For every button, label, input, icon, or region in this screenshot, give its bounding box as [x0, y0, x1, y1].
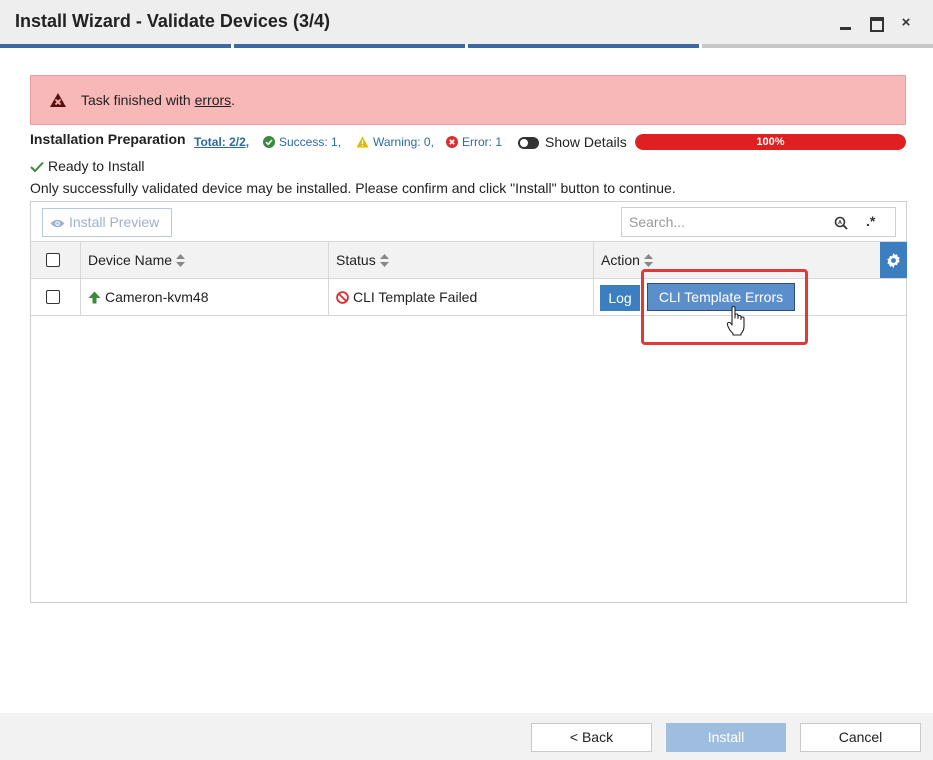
status-cell: CLI Template Failed — [328, 279, 593, 315]
close-icon[interactable]: × — [896, 12, 916, 32]
device-name-cell: Cameron-kvm48 — [80, 279, 328, 315]
table-header: Device Name Status Action — [31, 241, 907, 279]
device-status: CLI Template Failed — [353, 289, 478, 305]
eye-icon — [50, 219, 65, 228]
up-arrow-icon — [88, 291, 101, 304]
alert-message: Task finished with errors. — [81, 92, 235, 108]
checkmark-icon — [30, 161, 44, 173]
ready-status: Ready to Install — [30, 158, 145, 174]
device-name-header: Device Name — [88, 252, 173, 268]
search-icon[interactable]: A — [834, 216, 848, 230]
install-preview-button[interactable]: Install Preview — [42, 208, 172, 237]
back-button[interactable]: < Back — [531, 723, 652, 752]
wizard-step-2 — [234, 44, 465, 48]
x-circle-icon — [446, 136, 458, 148]
wizard-step-progress — [0, 44, 933, 48]
row-checkbox[interactable] — [46, 290, 60, 304]
select-all-checkbox[interactable] — [46, 253, 60, 267]
minimize-icon[interactable] — [836, 12, 856, 32]
wizard-step-4 — [702, 44, 933, 48]
status-header: Status — [336, 252, 376, 268]
warning-stat: Warning: 0, — [356, 135, 434, 149]
warning-icon — [356, 136, 369, 148]
row-select-cell — [31, 279, 80, 315]
wizard-step-3 — [468, 44, 699, 48]
svg-text:A: A — [838, 220, 842, 226]
error-stat: Error: 1 — [446, 135, 502, 149]
gear-icon — [887, 253, 900, 268]
error-count: Error: 1 — [462, 135, 503, 149]
select-all-cell — [31, 242, 80, 278]
total-link[interactable]: Total: 2/2, — [194, 135, 249, 149]
sort-icon — [379, 254, 389, 267]
wizard-step-1 — [0, 44, 231, 48]
action-header: Action — [601, 252, 640, 268]
column-settings-button[interactable] — [880, 242, 907, 278]
installation-preparation-bar: Installation Preparation Total: 2/2, Suc… — [30, 129, 906, 153]
success-stat: Success: 1, — [263, 135, 341, 149]
ready-text: Ready to Install — [48, 158, 145, 174]
warning-count: Warning: 0, — [373, 135, 434, 149]
check-circle-icon — [263, 136, 275, 148]
log-button[interactable]: Log — [600, 285, 640, 311]
regex-icon[interactable]: .* — [866, 213, 875, 229]
sort-icon — [643, 254, 653, 267]
window-title: Install Wizard - Validate Devices (3/4) — [15, 11, 330, 31]
alert-suffix: . — [231, 92, 236, 108]
prohibited-icon — [336, 291, 349, 304]
preparation-title: Installation Preparation — [30, 131, 186, 147]
search-box: A .* — [621, 207, 896, 237]
cancel-button[interactable]: Cancel — [800, 723, 921, 752]
show-details-toggle[interactable] — [518, 137, 539, 149]
sort-icon — [176, 254, 186, 267]
alert-prefix: Task finished with — [81, 92, 195, 108]
column-status[interactable]: Status — [328, 242, 593, 278]
progress-label: 100% — [756, 136, 785, 148]
install-preview-label: Install Preview — [69, 214, 160, 230]
column-device-name[interactable]: Device Name — [80, 242, 328, 278]
maximize-icon[interactable] — [866, 12, 886, 32]
install-button[interactable]: Install — [666, 723, 786, 752]
search-input[interactable] — [622, 208, 822, 236]
wizard-footer: < Back Install Cancel — [0, 713, 933, 760]
installation-progress-bar: 100% — [635, 134, 906, 150]
cli-template-errors-button[interactable]: CLI Template Errors — [647, 283, 795, 311]
install-instruction: Only successfully validated device may b… — [30, 180, 676, 196]
error-alert: Task finished with errors. — [30, 75, 906, 125]
device-grid: Install Preview A .* Device Name Status … — [30, 201, 907, 603]
device-name: Cameron-kvm48 — [105, 289, 209, 305]
errors-link[interactable]: errors — [195, 92, 232, 108]
window-titlebar: Install Wizard - Validate Devices (3/4) … — [0, 0, 933, 44]
warning-triangle-icon — [50, 93, 66, 107]
success-count: Success: 1, — [279, 135, 342, 149]
show-details-label: Show Details — [545, 134, 627, 150]
table-row: Cameron-kvm48 CLI Template Failed Log CL… — [31, 279, 906, 316]
column-action[interactable]: Action — [593, 242, 880, 278]
